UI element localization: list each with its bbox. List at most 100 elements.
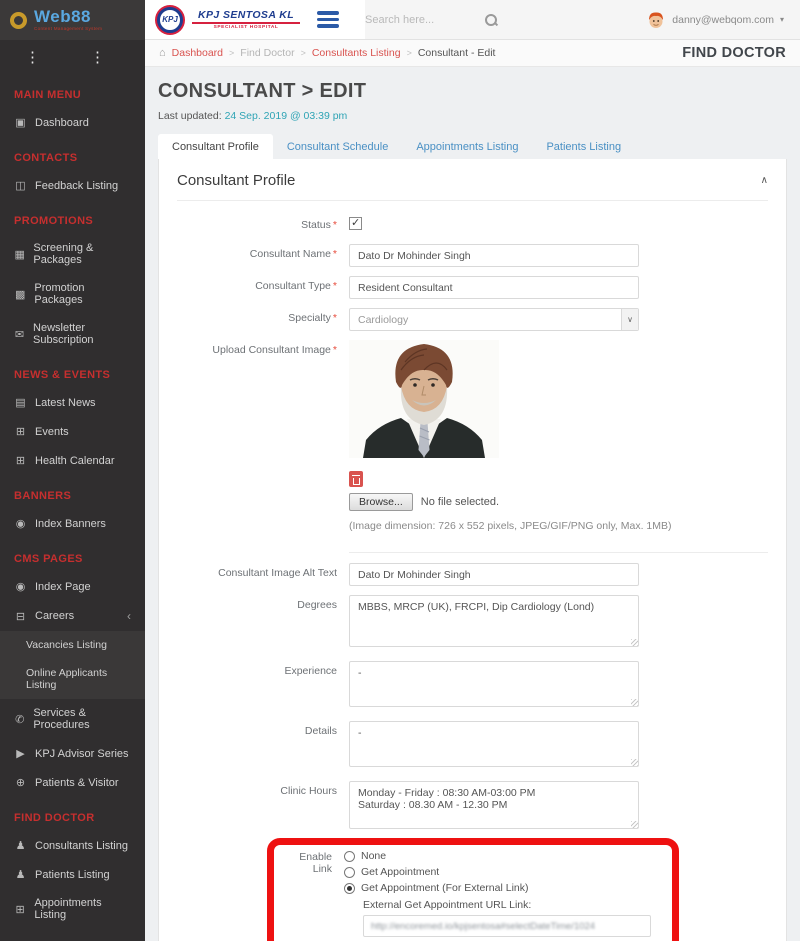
status-checkbox[interactable]	[349, 217, 362, 230]
radio-option-get-appointment[interactable]: Get Appointment	[344, 866, 664, 878]
collapse-icon[interactable]: ∧	[761, 175, 768, 186]
breadcrumb-dashboard[interactable]: Dashboard	[172, 47, 223, 59]
sidebar-item-kpj-advisor-series[interactable]: ▶ KPJ Advisor Series	[0, 739, 145, 768]
browse-button[interactable]: Browse...	[349, 493, 413, 511]
radio-label: Get Appointment (For External Link)	[361, 882, 529, 894]
status-label: Status*	[177, 215, 349, 231]
upload-image-label: Upload Consultant Image*	[177, 340, 349, 356]
sidebar-item-consultants-listing[interactable]: ♟ Consultants Listing	[0, 831, 145, 860]
radio-option-get-appointment-external[interactable]: Get Appointment (For External Link)	[344, 882, 664, 894]
sidebar-item-events[interactable]: ⊞ Events	[0, 417, 145, 446]
sidebar-item-patients-listing[interactable]: ♟ Patients Listing	[0, 860, 145, 889]
sidebar-section-cms-pages: CMS PAGES	[0, 538, 145, 572]
breadcrumb-current: Consultant - Edit	[418, 47, 496, 59]
sidebar-item-label: Consultants Listing	[35, 840, 128, 852]
sidebar-section-find-doctor: FIND DOCTOR	[0, 797, 145, 831]
breadcrumb-consultants-listing[interactable]: Consultants Listing	[312, 47, 401, 59]
kebab-menu-icon[interactable]: ⋮	[0, 48, 65, 66]
sidebar-item-screening-packages[interactable]: ▦ Screening & Packages	[0, 234, 145, 274]
dashboard-icon: ▣	[14, 116, 27, 129]
sidebar-item-index-banners[interactable]: ◉ Index Banners	[0, 509, 145, 538]
sidebar-item-label: Events	[35, 426, 69, 438]
sidebar-item-promotion-packages[interactable]: ▩ Promotion Packages	[0, 274, 145, 314]
user-email: danny@webqom.com	[672, 14, 774, 26]
details-label: Details	[177, 721, 349, 737]
degrees-label: Degrees	[177, 595, 349, 611]
top-header: KPJ KPJ SENTOSA KL SPECIALIST HOSPITAL	[145, 0, 800, 40]
alt-text-label: Consultant Image Alt Text	[177, 563, 349, 579]
tab-consultant-profile[interactable]: Consultant Profile	[158, 134, 273, 159]
sidebar-item-appointments-listing[interactable]: ⊞ Appointments Listing	[0, 889, 145, 929]
tab-patients-listing[interactable]: Patients Listing	[532, 134, 635, 159]
sidebar-item-label: Patients Listing	[35, 869, 110, 881]
delete-image-button[interactable]	[349, 471, 363, 487]
clinic-hours-textarea[interactable]: Monday - Friday : 08:30 AM-03:00 PM Satu…	[349, 781, 639, 829]
tab-appointments-listing[interactable]: Appointments Listing	[402, 134, 532, 159]
tab-consultant-schedule[interactable]: Consultant Schedule	[273, 134, 403, 159]
stethoscope-icon: ✆	[14, 713, 25, 726]
radio-option-none[interactable]: None	[344, 850, 664, 862]
sidebar-section-promotions: PROMOTIONS	[0, 200, 145, 234]
calendar-icon: ⊞	[14, 425, 27, 438]
chevron-left-icon: ‹	[127, 609, 131, 623]
sidebar-item-online-applicants-listing[interactable]: Online Applicants Listing	[0, 659, 145, 699]
radio-selected-icon[interactable]	[344, 883, 355, 894]
alt-text-input[interactable]	[349, 563, 639, 586]
radio-icon[interactable]	[344, 851, 355, 862]
sidebar-item-label: Screening & Packages	[33, 242, 131, 266]
search-input[interactable]	[365, 14, 455, 26]
last-updated: Last updated: 24 Sep. 2019 @ 03:39 pm	[158, 110, 787, 122]
briefcase-icon: ⊟	[14, 610, 27, 623]
radio-icon[interactable]	[344, 867, 355, 878]
sidebar-item-label: Careers	[35, 610, 74, 622]
external-url-label: External Get Appointment URL Link:	[363, 899, 664, 911]
sidebar-item-careers[interactable]: ⊟ Careers ‹	[0, 601, 145, 631]
consultant-type-input[interactable]	[349, 276, 639, 299]
specialty-select[interactable]: Cardiology ∨	[349, 308, 639, 331]
sidebar-item-vacancies-listing[interactable]: Vacancies Listing	[0, 631, 145, 659]
kpj-badge-icon: KPJ	[157, 7, 183, 33]
check-circle-icon: ◉	[14, 517, 27, 530]
cms-logo-name: Web88	[34, 8, 102, 25]
search-icon[interactable]	[485, 14, 497, 26]
consultant-name-input[interactable]	[349, 244, 639, 267]
tab-bar: Consultant Profile Consultant Schedule A…	[158, 134, 787, 159]
calendar-icon: ⊞	[14, 454, 27, 467]
kebab-menu-icon[interactable]: ⋮	[65, 48, 130, 66]
sidebar: Web88 Content Management System ⋮ ⋮ MAIN…	[0, 0, 145, 941]
sidebar-item-label: Newsletter Subscription	[33, 322, 131, 346]
sidebar-item-label: Index Banners	[35, 518, 106, 530]
consultant-profile-panel: Consultant Profile ∧ Status* Consultant …	[158, 159, 787, 941]
consultant-name-label: Consultant Name*	[177, 244, 349, 260]
external-url-input[interactable]: http://encoremed.io/kpjsentosa#selectDat…	[363, 915, 651, 937]
cms-logo-subtitle: Content Management System	[34, 27, 102, 32]
hamburger-icon[interactable]	[317, 8, 339, 31]
clinic-hours-label: Clinic Hours	[177, 781, 349, 797]
sidebar-item-patients-visitor[interactable]: ⊕ Patients & Visitor	[0, 768, 145, 797]
sidebar-item-dashboard[interactable]: ▣ Dashboard	[0, 108, 145, 137]
last-updated-value: 24 Sep. 2019 @ 03:39 pm	[225, 110, 348, 122]
image-dimension-note: (Image dimension: 726 x 552 pixels, JPEG…	[349, 520, 768, 532]
feedback-icon: ◫	[14, 179, 27, 192]
breadcrumb-find-doctor: Find Doctor	[240, 47, 294, 59]
select-arrow-icon: ∨	[621, 309, 638, 330]
degrees-textarea[interactable]: MBBS, MRCP (UK), FRCPI, Dip Cardiology (…	[349, 595, 639, 647]
breadcrumb-bar: ⌂ Dashboard > Find Doctor > Consultants …	[145, 40, 800, 67]
envelope-icon: ✉	[14, 328, 25, 341]
video-icon: ▶	[14, 747, 27, 760]
avatar	[646, 10, 666, 30]
specialty-value: Cardiology	[350, 314, 621, 326]
section-title: FIND DOCTOR	[682, 45, 786, 61]
sidebar-item-latest-news[interactable]: ▤ Latest News	[0, 388, 145, 417]
user-menu[interactable]: danny@webqom.com ▾	[646, 10, 800, 30]
sidebar-item-index-page[interactable]: ◉ Index Page	[0, 572, 145, 601]
sidebar-item-services-procedures[interactable]: ✆ Services & Procedures	[0, 699, 145, 739]
experience-textarea[interactable]: -	[349, 661, 639, 707]
details-textarea[interactable]: -	[349, 721, 639, 767]
sidebar-item-health-calendar[interactable]: ⊞ Health Calendar	[0, 446, 145, 475]
hospital-logo: KPJ KPJ SENTOSA KL SPECIALIST HOSPITAL	[145, 0, 365, 39]
consultant-photo	[349, 340, 499, 458]
sidebar-item-feedback-listing[interactable]: ◫ Feedback Listing	[0, 171, 145, 200]
sidebar-item-newsletter-subscription[interactable]: ✉ Newsletter Subscription	[0, 314, 145, 354]
chevron-down-icon: ▾	[780, 15, 784, 24]
